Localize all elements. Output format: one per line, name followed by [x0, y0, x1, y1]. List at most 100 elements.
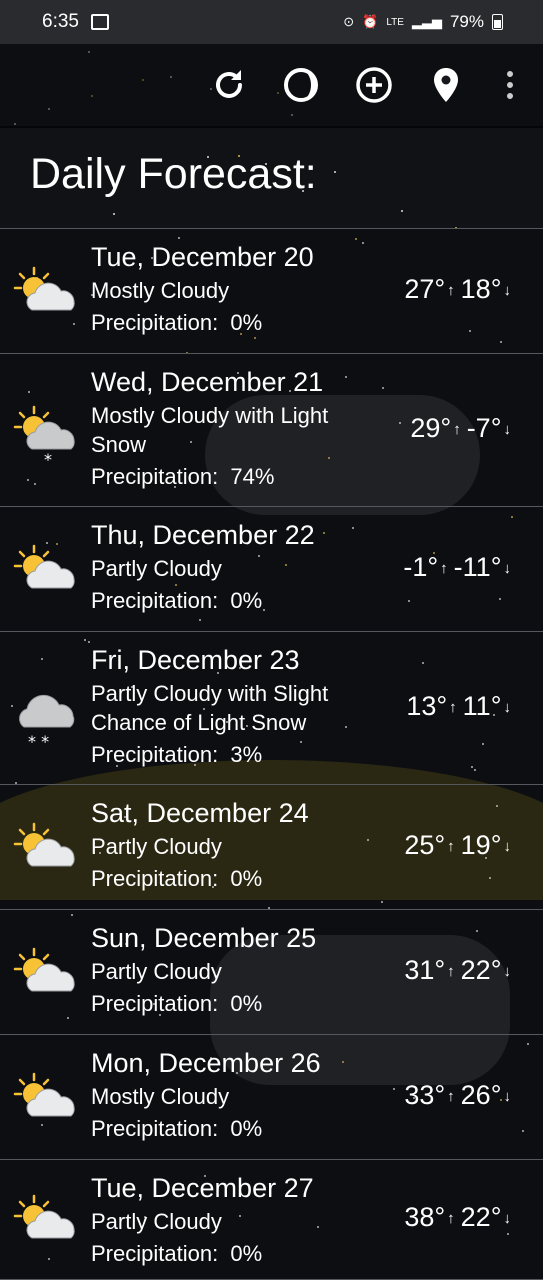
arrow-down-icon: ↓: [503, 281, 512, 299]
low-temp: 18°: [460, 273, 502, 304]
precipitation-value: 0%: [230, 866, 263, 891]
forecast-row[interactable]: Thu, December 22 Partly Cloudy Precipitati…: [0, 507, 543, 632]
precipitation-value: 0%: [230, 1116, 263, 1141]
status-time: 6:35: [42, 11, 79, 32]
arrow-up-icon: ↑: [447, 281, 455, 299]
arrow-down-icon: ↓: [503, 1210, 512, 1228]
forecast-condition: Partly Cloudy: [91, 959, 222, 984]
high-temp: 29°: [410, 412, 452, 443]
arrow-down-icon: ↓: [503, 698, 512, 716]
precipitation-label: Precipitation:: [91, 742, 219, 767]
forecast-precipitation: Precipitation: 0%: [91, 586, 373, 615]
sun-cloud-icon: [12, 1070, 80, 1126]
forecast-condition: Partly Cloudy: [91, 556, 222, 581]
arrow-down-icon: ↓: [503, 962, 512, 980]
high-temp: 38°: [404, 1202, 446, 1232]
data-saver-icon: ⊙: [343, 14, 355, 29]
arrow-up-icon: ↑: [447, 962, 455, 980]
forecast-row[interactable]: Tue, December 20 Mostly Cloudy Precipitati…: [0, 229, 543, 354]
forecast-condition: Partly Cloudy: [91, 834, 222, 859]
forecast-date: Mon, December 26: [91, 1048, 321, 1078]
status-bar: 6:35 ⊙ ⏰ LTE ▂▃▅ 79%: [0, 0, 543, 44]
high-temp: 13°: [406, 690, 448, 721]
forecast-precipitation: Precipitation: 74%: [91, 462, 373, 491]
forecast-info: Sun, December 25 Partly Cloudy Precipitati…: [91, 922, 373, 1018]
sun-cloud-icon: [12, 945, 80, 1001]
forecast-condition: Partly Cloudy with Slight Chance of Ligh…: [91, 681, 329, 735]
low-temp: 26°: [460, 1079, 502, 1110]
battery-icon: [492, 14, 503, 30]
arrow-up-icon: ↑: [453, 420, 461, 438]
high-temp: 33°: [404, 1079, 446, 1110]
svg-text:*: *: [44, 450, 52, 469]
arrow-up-icon: ↑: [447, 1087, 455, 1105]
precipitation-label: Precipitation:: [91, 464, 219, 489]
precipitation-label: Precipitation:: [91, 1116, 219, 1141]
forecast-row[interactable]: Mon, December 26 Mostly Cloudy Precipitati…: [0, 1035, 543, 1160]
alarm-icon: ⏰: [362, 14, 379, 29]
forecast-date: Sun, December 25: [91, 923, 317, 953]
precipitation-label: Precipitation:: [91, 1241, 219, 1266]
high-temp: 27°: [404, 273, 446, 304]
precipitation-label: Precipitation:: [91, 866, 219, 891]
forecast-precipitation: Precipitation: 0%: [91, 864, 373, 893]
forecast-date: Tue, December 27: [91, 1173, 314, 1203]
daily-forecast-list: Tue, December 20 Mostly Cloudy Precipitati…: [0, 228, 543, 1280]
precipitation-label: Precipitation:: [91, 588, 219, 613]
precipitation-value: 0%: [230, 1241, 263, 1266]
sun-cloud-icon: [12, 1192, 80, 1248]
forecast-temperatures: 31° ↑ 22° ↓: [404, 955, 511, 986]
forecast-temperatures: 33° ↑ 26° ↓: [404, 1080, 511, 1111]
high-temp: -1°: [403, 551, 439, 582]
forecast-info: Thu, December 22 Partly Cloudy Precipitati…: [91, 519, 373, 615]
forecast-condition: Partly Cloudy: [91, 1209, 222, 1234]
star: [401, 210, 403, 212]
forecast-date: Fri, December 23: [91, 645, 300, 675]
forecast-row[interactable]: * Wed, December 21 Mostly Cloudy with Ligh…: [0, 354, 543, 507]
forecast-precipitation: Precipitation: 0%: [91, 989, 373, 1018]
forecast-date: Sat, December 24: [91, 798, 309, 828]
more-options-icon[interactable]: [490, 64, 530, 106]
sun-cloud-icon: [12, 820, 80, 876]
app-toolbar: [0, 44, 543, 128]
star: [334, 171, 336, 173]
forecast-temperatures: 13° ↑ 11° ↓: [406, 691, 511, 722]
low-temp: 19°: [460, 829, 502, 860]
svg-text:* *: * *: [28, 732, 49, 751]
lte-icon: LTE: [386, 16, 404, 28]
forecast-date: Tue, December 20: [91, 242, 314, 272]
sun-cloud-icon: [12, 264, 80, 320]
high-temp: 25°: [404, 829, 446, 860]
moon-phase-icon[interactable]: [280, 64, 322, 106]
forecast-temperatures: 29° ↑ -7° ↓: [410, 413, 511, 444]
forecast-row[interactable]: Sat, December 24 Partly Cloudy Precipitati…: [0, 785, 543, 910]
forecast-info: Mon, December 26 Mostly Cloudy Precipitati…: [91, 1047, 373, 1143]
arrow-down-icon: ↓: [503, 1087, 512, 1105]
forecast-temperatures: 25° ↑ 19° ↓: [404, 830, 511, 861]
low-temp: 11°: [462, 690, 502, 721]
forecast-condition: Mostly Cloudy with Light Snow: [91, 403, 329, 457]
add-location-icon[interactable]: [353, 64, 395, 106]
location-pin-icon[interactable]: [425, 64, 467, 106]
arrow-down-icon: ↓: [503, 837, 512, 855]
battery-level: 79%: [449, 12, 484, 31]
precipitation-value: 0%: [230, 588, 263, 613]
forecast-row[interactable]: Sun, December 25 Partly Cloudy Precipitati…: [0, 910, 543, 1035]
low-temp: 22°: [460, 954, 502, 985]
precipitation-value: 3%: [230, 742, 263, 767]
forecast-info: Fri, December 23 Partly Cloudy with Sligh…: [91, 644, 373, 769]
arrow-down-icon: ↓: [503, 559, 512, 577]
forecast-precipitation: Precipitation: 0%: [91, 1239, 373, 1268]
forecast-temperatures: 38° ↑ 22° ↓: [404, 1202, 511, 1233]
forecast-row[interactable]: * * Fri, December 23 Partly Cloudy with Sl…: [0, 632, 543, 785]
forecast-row[interactable]: Tue, December 27 Partly Cloudy Precipitati…: [0, 1160, 543, 1280]
refresh-icon[interactable]: [208, 64, 250, 106]
arrow-down-icon: ↓: [503, 420, 512, 438]
forecast-info: Sat, December 24 Partly Cloudy Precipitati…: [91, 797, 373, 893]
low-temp: 22°: [460, 1202, 502, 1232]
star: [113, 213, 115, 215]
forecast-date: Wed, December 21: [91, 367, 324, 397]
forecast-info: Tue, December 27 Partly Cloudy Precipitati…: [91, 1172, 373, 1268]
cloud-snow-icon: * *: [12, 681, 80, 751]
low-temp: -7°: [466, 412, 502, 443]
